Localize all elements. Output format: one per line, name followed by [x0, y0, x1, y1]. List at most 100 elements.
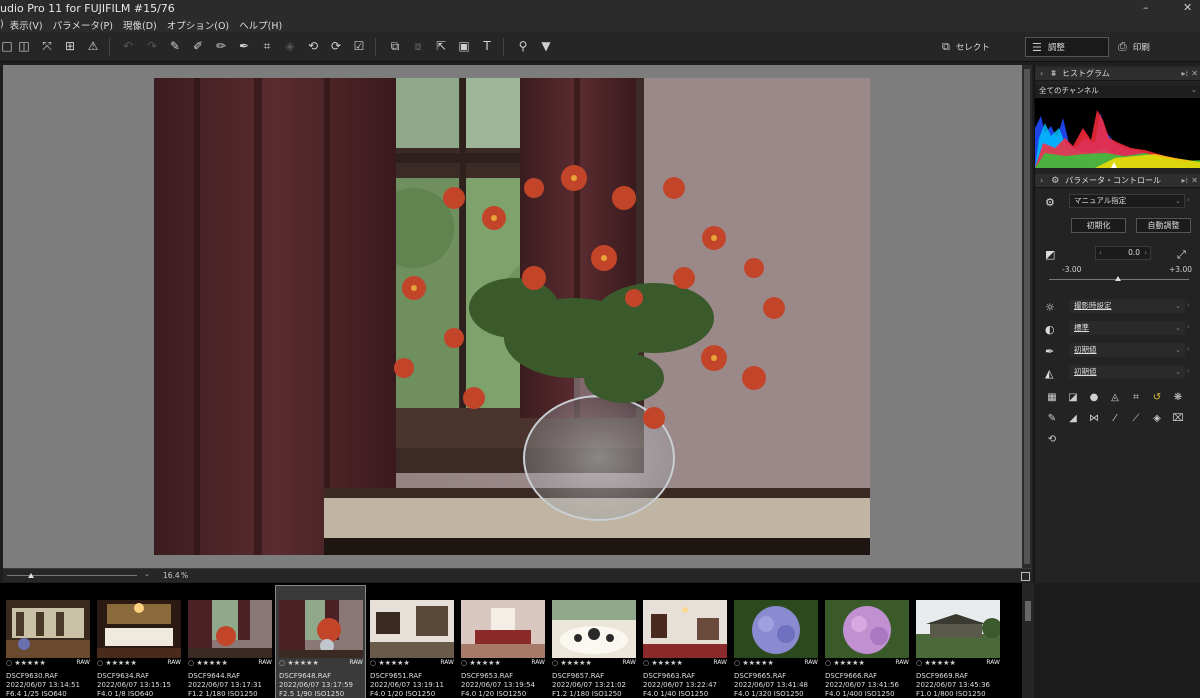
filmstrip-thumbnail[interactable]: ○ ★★★★★ RAW DSCF9648.RAF 2022/06/07 13:17:5…: [275, 585, 366, 698]
channel-select[interactable]: 全てのチャンネル ⌄: [1035, 85, 1200, 97]
white-balance-extra-icon[interactable]: ›: [1187, 301, 1190, 309]
menu-view[interactable]: 表示(V): [10, 18, 43, 32]
tone-select[interactable]: 初期値 ⌄: [1069, 365, 1185, 379]
link-icon[interactable]: ⧇: [411, 39, 425, 53]
close-button[interactable]: ✕: [1183, 1, 1192, 14]
pen-icon[interactable]: ✒: [237, 39, 251, 53]
select-mode-button[interactable]: ⧉ セレクト: [936, 37, 996, 57]
filmstrip-thumbnail[interactable]: ○ ★★★★★ RAW DSCF9663.RAF 2022/06/07 13:22:4…: [640, 586, 729, 698]
rating-stars[interactable]: ★★★★★: [924, 659, 955, 667]
auto-adjust-button[interactable]: 自動調整: [1136, 218, 1191, 233]
rating-stars[interactable]: ★★★★★: [378, 659, 409, 667]
brush-tool-icon[interactable]: ✎: [1045, 412, 1059, 426]
chevron-right-icon[interactable]: ›: [1040, 69, 1043, 78]
panel-close-icon[interactable]: ✕: [1191, 176, 1198, 185]
white-balance-select[interactable]: 撮影時設定 ⌄: [1069, 299, 1185, 313]
crop-frame-icon[interactable]: ⌗: [260, 39, 274, 53]
filmstrip-thumbnail[interactable]: ○ ★★★★★ RAW DSCF9669.RAF 2022/06/07 13:45:3…: [913, 586, 1002, 698]
panel-pin-icon[interactable]: ▸⁞: [1181, 69, 1188, 78]
fish-icon[interactable]: ⋈: [1087, 412, 1101, 426]
sharpness-select[interactable]: 初期値 ⌄: [1069, 343, 1185, 357]
color-icon[interactable]: ●: [1087, 391, 1101, 405]
zoom-slider[interactable]: [7, 575, 137, 576]
preset-select[interactable]: マニュアル指定 ⌄: [1069, 194, 1185, 208]
levels-icon[interactable]: ▦: [1045, 391, 1059, 405]
chevron-left-icon[interactable]: ‹: [1099, 247, 1102, 259]
rating-stars[interactable]: ★★★★★: [742, 659, 773, 667]
preview-icon[interactable]: ▣: [457, 39, 471, 53]
layers-icon[interactable]: ◈: [283, 39, 297, 53]
grid-view-icon[interactable]: ⊞: [63, 39, 77, 53]
adjust-mode-button[interactable]: ☰ 調整: [1025, 37, 1109, 57]
brush-icon[interactable]: ✏: [214, 39, 228, 53]
main-photo[interactable]: [154, 78, 870, 555]
fit-to-window-icon[interactable]: [1021, 572, 1030, 581]
preset-extra-icon[interactable]: ›: [1187, 196, 1190, 204]
minimize-button[interactable]: –: [1143, 1, 1149, 14]
export-icon[interactable]: ⇱: [434, 39, 448, 53]
text-tool-icon[interactable]: T: [480, 39, 494, 53]
frame-icon[interactable]: ⌗: [1129, 391, 1143, 405]
crop-icon[interactable]: ⌧: [1171, 412, 1185, 426]
rotate-left-icon[interactable]: ⟲: [306, 39, 320, 53]
gradient-icon[interactable]: ◢: [1066, 412, 1080, 426]
zoom-slider-knob[interactable]: [28, 573, 34, 578]
exposure-slider-knob[interactable]: [1115, 276, 1121, 281]
exposure-input[interactable]: ‹ 0.0 ›: [1095, 246, 1151, 260]
pick-tool-icon[interactable]: ✎: [168, 39, 182, 53]
expand-icon[interactable]: ⤢: [1177, 248, 1186, 262]
film-simulation-extra-icon[interactable]: ›: [1187, 323, 1190, 331]
filmstrip-thumbnail[interactable]: ○ ★★★★★ RAW DSCF9666.RAF 2022/06/07 13:41:5…: [822, 586, 911, 698]
rating-stars[interactable]: ★★★★★: [105, 659, 136, 667]
histogram-panel-header[interactable]: › ⩩ ヒストグラム ▸⁞ ✕: [1035, 67, 1200, 81]
single-view-icon[interactable]: □: [0, 39, 14, 53]
filter-icon[interactable]: ▼: [539, 39, 553, 53]
check-icon[interactable]: ☑: [352, 39, 366, 53]
search-icon[interactable]: ⚲: [516, 39, 530, 53]
parameter-panel-header[interactable]: › ⚙ パラメータ・コントロール ▸⁞ ✕: [1035, 174, 1200, 188]
viewer-scroll-thumb[interactable]: [1024, 69, 1030, 564]
menu-options[interactable]: オプション(O): [167, 18, 229, 32]
chevron-right-icon[interactable]: ›: [1144, 247, 1147, 259]
panel-pin-icon[interactable]: ▸⁞: [1181, 176, 1188, 185]
menu-develop[interactable]: 現像(D): [123, 18, 157, 32]
panel-close-icon[interactable]: ✕: [1191, 69, 1198, 78]
print-mode-button[interactable]: ⎙ 印刷: [1112, 37, 1156, 57]
image-viewer[interactable]: [3, 65, 1032, 568]
film-simulation-select[interactable]: 標準 ⌄: [1069, 321, 1185, 335]
viewer-scrollbar[interactable]: [1022, 65, 1032, 568]
undo-history-icon[interactable]: ↺: [1150, 391, 1164, 405]
filmstrip-thumbnail[interactable]: ○ ★★★★★ RAW DSCF9665.RAF 2022/06/07 13:41:4…: [731, 586, 820, 698]
rating-stars[interactable]: ★★★★★: [469, 659, 500, 667]
menu-help[interactable]: ヘルプ(H): [239, 18, 282, 32]
menu-parameters[interactable]: パラメータ(P): [53, 18, 113, 32]
retouch-icon[interactable]: ⟋: [1129, 412, 1143, 426]
mask-icon[interactable]: ◈: [1150, 412, 1164, 426]
filmstrip-thumbnail[interactable]: ○ ★★★★★ RAW DSCF9630.RAF 2022/06/07 13:14:5…: [3, 586, 92, 698]
rating-stars[interactable]: ★★★★★: [14, 659, 45, 667]
sharpness-extra-icon[interactable]: ›: [1187, 345, 1190, 353]
rating-stars[interactable]: ★★★★★: [560, 659, 591, 667]
fullscreen-icon[interactable]: ⤧: [40, 39, 54, 53]
filmstrip-scrollbar[interactable]: [1022, 583, 1034, 698]
filmstrip-thumbnail[interactable]: ○ ★★★★★ RAW DSCF9657.RAF 2022/06/07 13:21:0…: [549, 586, 638, 698]
filmstrip-thumbnail[interactable]: ○ ★★★★★ RAW DSCF9634.RAF 2022/06/07 13:15:1…: [94, 586, 183, 698]
filmstrip-scroll-thumb[interactable]: [1025, 601, 1031, 621]
filmstrip-thumbnail[interactable]: ○ ★★★★★ RAW DSCF9644.RAF 2022/06/07 13:17:3…: [185, 586, 274, 698]
rating-stars[interactable]: ★★★★★: [196, 659, 227, 667]
chevron-right-icon[interactable]: ›: [1040, 176, 1043, 185]
rotate-right-icon[interactable]: ⟳: [329, 39, 343, 53]
undo-icon[interactable]: ↶: [121, 39, 135, 53]
curve-icon[interactable]: ◪: [1066, 391, 1080, 405]
compare-view-icon[interactable]: ◫: [17, 39, 31, 53]
eyedropper-icon[interactable]: ✐: [191, 39, 205, 53]
reset-button[interactable]: 初期化: [1071, 218, 1126, 233]
wand-icon[interactable]: ⁄: [1108, 412, 1122, 426]
rating-stars[interactable]: ★★★★★: [287, 659, 318, 667]
rotate-icon[interactable]: ⟲: [1045, 433, 1059, 447]
filmstrip-thumbnail[interactable]: ○ ★★★★★ RAW DSCF9651.RAF 2022/06/07 13:19:1…: [367, 586, 456, 698]
effects-icon[interactable]: ❋: [1171, 391, 1185, 405]
redo-icon[interactable]: ↷: [145, 39, 159, 53]
tone-extra-icon[interactable]: ›: [1187, 367, 1190, 375]
rating-stars[interactable]: ★★★★★: [651, 659, 682, 667]
